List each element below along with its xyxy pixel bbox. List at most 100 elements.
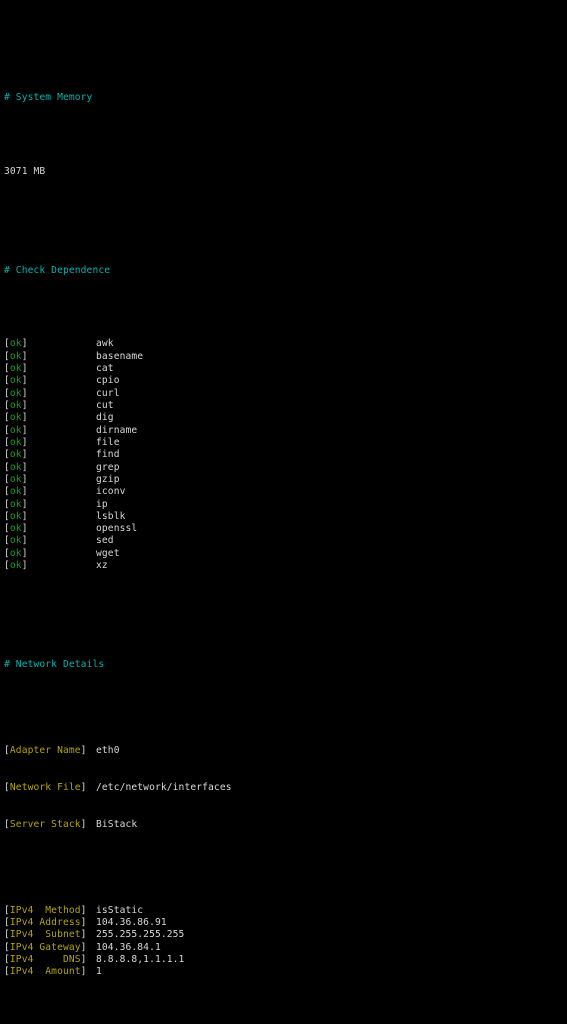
ipv4-row: [IPv4 Subnet]255.255.255.255	[0, 929, 567, 941]
bracket-close: ]	[22, 412, 28, 423]
network-field-label: [IPv4 DNS]	[4, 954, 96, 966]
dependency-name: ip	[96, 499, 108, 510]
status-badge: ok	[10, 474, 22, 485]
bracket-close: ]	[22, 351, 28, 362]
dependency-status: [ok]	[4, 388, 96, 400]
network-field-name: IPv4 Subnet	[10, 929, 81, 940]
dependency-name: dirname	[96, 425, 137, 436]
network-field-value: 1	[96, 966, 102, 977]
status-badge: ok	[10, 363, 22, 374]
network-field-value: 8.8.8.8,1.1.1.1	[96, 954, 184, 965]
dependency-row: [ok]xz	[0, 560, 567, 572]
ipv4-row: [IPv4 Method]isStatic	[0, 905, 567, 917]
network-field-value: 104.36.84.1	[96, 942, 161, 953]
dependency-name: iconv	[96, 486, 125, 497]
bracket-close: ]	[22, 388, 28, 399]
heading-system-memory: # System Memory	[0, 92, 567, 104]
status-badge: ok	[10, 449, 22, 460]
dependency-row: [ok]wget	[0, 548, 567, 560]
server-stack-row: [Server Stack]BiStack	[0, 819, 567, 831]
dependency-status: [ok]	[4, 548, 96, 560]
dependency-row: [ok]openssl	[0, 523, 567, 535]
dependency-status: [ok]	[4, 437, 96, 449]
dependency-status: [ok]	[4, 425, 96, 437]
bracket-close: ]	[22, 548, 28, 559]
dependency-status: [ok]	[4, 560, 96, 572]
network-field-value: 104.36.86.91	[96, 917, 167, 928]
dependency-row: [ok]cut	[0, 400, 567, 412]
bracket-close: ]	[81, 905, 87, 916]
status-badge: ok	[10, 523, 22, 534]
dependency-status: [ok]	[4, 400, 96, 412]
ipv4-row: [IPv4 Gateway]104.36.84.1	[0, 942, 567, 954]
spacer	[0, 129, 567, 141]
bracket-close: ]	[81, 917, 87, 928]
dependency-row: [ok]gzip	[0, 474, 567, 486]
dependency-name: cut	[96, 400, 114, 411]
dependency-name: dig	[96, 412, 114, 423]
status-badge: ok	[10, 462, 22, 473]
dependency-status: [ok]	[4, 462, 96, 474]
dependency-name: sed	[96, 535, 114, 546]
dependency-name: basename	[96, 351, 143, 362]
dependency-name: awk	[96, 338, 114, 349]
network-field-label: [IPv4 Gateway]	[4, 942, 96, 954]
status-badge: ok	[10, 437, 22, 448]
network-field-name: IPv4 DNS	[10, 954, 81, 965]
dependency-row: [ok]grep	[0, 462, 567, 474]
system-memory-value: 3071 MB	[0, 166, 567, 178]
dependency-row: [ok]basename	[0, 351, 567, 363]
dependency-status: [ok]	[4, 486, 96, 498]
dependency-status: [ok]	[4, 449, 96, 461]
dependency-name: gzip	[96, 474, 120, 485]
bracket-close: ]	[81, 929, 87, 940]
dependency-row: [ok]dig	[0, 412, 567, 424]
terminal-top-padding	[0, 37, 567, 43]
status-badge: ok	[10, 375, 22, 386]
ipv4-row: [IPv4 Amount]1	[0, 966, 567, 978]
dependency-name: wget	[96, 548, 120, 559]
dependency-row: [ok]lsblk	[0, 511, 567, 523]
status-badge: ok	[10, 425, 22, 436]
status-badge: ok	[10, 412, 22, 423]
bracket-close: ]	[22, 511, 28, 522]
bracket-close: ]	[22, 462, 28, 473]
dependency-status: [ok]	[4, 523, 96, 535]
dependency-status: [ok]	[4, 499, 96, 511]
bracket-close: ]	[81, 942, 87, 953]
dependency-status: [ok]	[4, 535, 96, 547]
dependency-row: [ok]awk	[0, 338, 567, 350]
dependency-name: find	[96, 449, 120, 460]
network-field-name: IPv4 Address	[10, 917, 81, 928]
ipv4-detail-list: [IPv4 Method]isStatic[IPv4 Address]104.3…	[0, 905, 567, 979]
bracket-close: ]	[22, 437, 28, 448]
network-field-name: IPv4 Method	[10, 905, 81, 916]
terminal-window[interactable]: # System Memory 3071 MB # Check Dependen…	[0, 0, 567, 1024]
dependency-name: cpio	[96, 375, 120, 386]
dependency-list: [ok]awk[ok]basename[ok]cat[ok]cpio[ok]cu…	[0, 338, 567, 572]
dependency-row: [ok]cat	[0, 363, 567, 375]
dependency-status: [ok]	[4, 511, 96, 523]
dependency-row: [ok]cpio	[0, 375, 567, 387]
bracket-close: ]	[22, 363, 28, 374]
dependency-name: cat	[96, 363, 114, 374]
bracket-close: ]	[22, 338, 28, 349]
spacer	[0, 696, 567, 708]
dependency-name: openssl	[96, 523, 137, 534]
bracket-close: ]	[81, 954, 87, 965]
bracket-close: ]	[22, 425, 28, 436]
spacer	[0, 868, 567, 880]
status-badge: ok	[10, 560, 22, 571]
network-field-label: [IPv4 Method]	[4, 905, 96, 917]
network-field-label: [IPv4 Address]	[4, 917, 96, 929]
dependency-name: grep	[96, 462, 120, 473]
status-badge: ok	[10, 486, 22, 497]
ipv4-row: [IPv4 Address]104.36.86.91	[0, 917, 567, 929]
dependency-status: [ok]	[4, 351, 96, 363]
network-field-value: 255.255.255.255	[96, 929, 184, 940]
network-field-value: isStatic	[96, 905, 143, 916]
dependency-row: [ok]file	[0, 437, 567, 449]
status-badge: ok	[10, 548, 22, 559]
bracket-close: ]	[22, 523, 28, 534]
spacer	[0, 302, 567, 314]
